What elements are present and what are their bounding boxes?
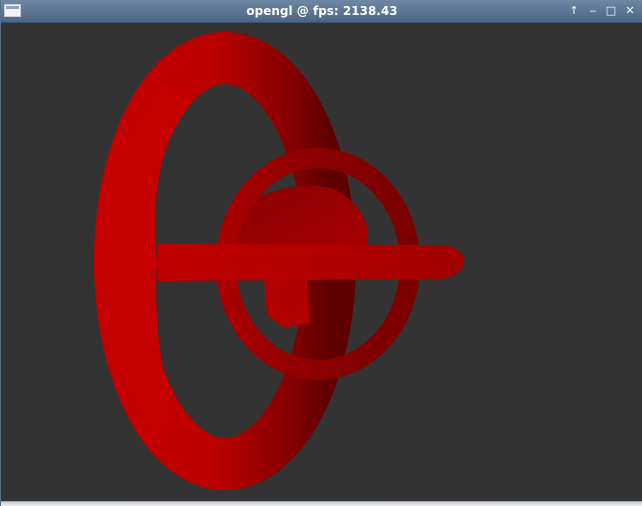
window-bottom-border[interactable] [1, 501, 642, 506]
rendered-scene [94, 32, 465, 490]
minimize-button[interactable]: ‒ [586, 4, 600, 18]
close-button[interactable]: ✕ [623, 4, 637, 18]
inner-sphere-lower [264, 278, 310, 328]
title-bar[interactable]: opengl @ fps: 2138.43 ↑ ‒ □ ✕ [1, 0, 642, 23]
horizontal-torus [158, 244, 465, 281]
keep-above-button[interactable]: ↑ [567, 4, 581, 18]
window-title: opengl @ fps: 2138.43 [246, 4, 398, 18]
maximize-button[interactable]: □ [604, 4, 618, 18]
opengl-window: opengl @ fps: 2138.43 ↑ ‒ □ ✕ [0, 0, 642, 506]
opengl-viewport[interactable] [2, 23, 642, 501]
